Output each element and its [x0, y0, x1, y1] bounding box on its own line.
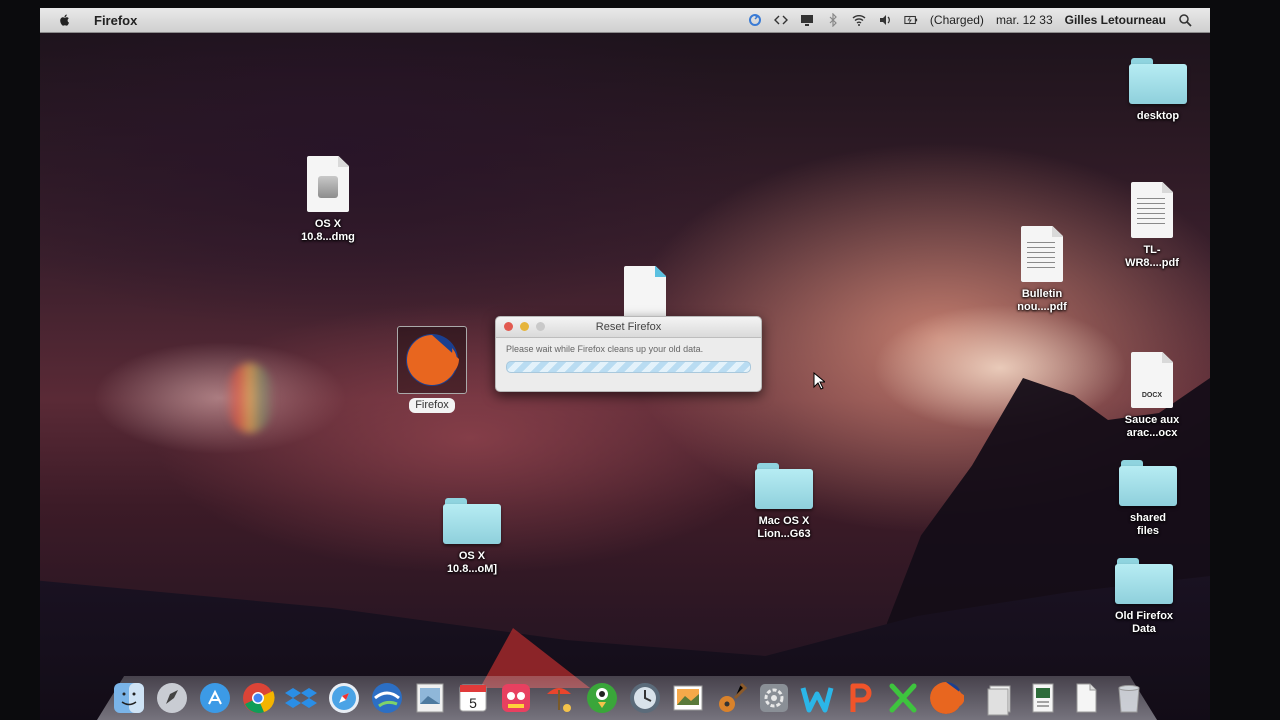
folder-icon	[1115, 558, 1173, 604]
desktop-icon-os-x-folder[interactable]: OS X 10.8...oM]	[422, 498, 522, 576]
settings-icon[interactable]	[755, 679, 793, 717]
chrome-icon[interactable]	[239, 679, 277, 717]
desktop-icon-label: Mac OS X Lion...G63	[757, 515, 811, 540]
minimize-button[interactable]	[520, 322, 529, 331]
trash-icon[interactable]	[1110, 679, 1148, 717]
game-icon[interactable]	[497, 679, 535, 717]
reset-firefox-dialog: Reset Firefox Please wait while Firefox …	[495, 316, 762, 392]
google-earth-icon[interactable]	[368, 679, 406, 717]
partially-hidden-document-icon[interactable]	[624, 266, 666, 322]
time-machine-icon[interactable]	[626, 679, 664, 717]
desktop-icon-os-x-dmg[interactable]: OS X 10.8...dmg	[278, 156, 378, 244]
file-icon[interactable]	[1067, 679, 1105, 717]
folder-icon	[1129, 58, 1187, 104]
calendar-icon[interactable]: 5	[454, 679, 492, 717]
screen: Firefox (Charged) mar. 12 33 Gilles Leto…	[40, 8, 1210, 720]
wifi-icon[interactable]	[852, 13, 866, 27]
pdf-document-icon	[1021, 226, 1063, 282]
desktop-icon-label: Bulletin nou....pdf	[1017, 288, 1067, 313]
mouse-cursor-icon	[813, 372, 825, 390]
desktop-icon-sauce-docx[interactable]: DOCX Sauce aux arac...ocx	[1102, 352, 1202, 440]
battery-status[interactable]: (Charged)	[930, 13, 984, 27]
firefox-app-icon	[397, 326, 467, 394]
clock[interactable]: mar. 12 33	[996, 13, 1053, 27]
safari-icon[interactable]	[325, 679, 363, 717]
dock: 5	[110, 674, 1150, 720]
desktop-icon-label: Firefox	[409, 398, 455, 413]
docx-tag: DOCX	[1141, 392, 1163, 399]
disk-image-icon	[307, 156, 349, 212]
finder-icon[interactable]	[110, 679, 148, 717]
desktop-icon-shared-files[interactable]: shared files	[1098, 460, 1198, 538]
pdf-document-icon	[1131, 182, 1173, 238]
desktop-icon-label: desktop	[1136, 110, 1180, 122]
desktop-icon-label: shared files	[1129, 512, 1167, 537]
volume-icon[interactable]	[878, 13, 892, 27]
wps-writer-icon[interactable]	[798, 679, 836, 717]
menu-bar: Firefox (Charged) mar. 12 33 Gilles Leto…	[40, 8, 1210, 33]
dialog-message: Please wait while Firefox cleans up your…	[506, 344, 704, 354]
battery-icon[interactable]	[904, 13, 918, 27]
close-button[interactable]	[504, 322, 513, 331]
bluetooth-icon[interactable]	[826, 13, 840, 27]
zoom-button	[536, 322, 545, 331]
folder-icon	[755, 463, 813, 509]
spotlight-search-icon[interactable]	[1178, 13, 1192, 27]
documents-icon[interactable]	[981, 679, 1019, 717]
desktop-icon-label: OS X 10.8...oM]	[446, 550, 498, 575]
desktop-icon-label: Sauce aux arac...ocx	[1124, 414, 1180, 439]
desktop-icon-desktop-folder[interactable]: desktop	[1108, 58, 1208, 123]
preview-icon[interactable]	[411, 679, 449, 717]
dropbox-icon[interactable]	[282, 679, 320, 717]
desktop-icon-tl-pdf[interactable]: TL- WR8....pdf	[1102, 182, 1202, 270]
guitar-icon[interactable]	[712, 679, 750, 717]
display-icon[interactable]	[800, 13, 814, 27]
desktop-icon-label: TL- WR8....pdf	[1125, 244, 1179, 269]
desktop-icon-mac-os-x-lion[interactable]: Mac OS X Lion...G63	[734, 463, 834, 541]
rainbow-glow	[225, 363, 275, 433]
parrot-icon[interactable]	[583, 679, 621, 717]
sync-icon[interactable]	[748, 13, 762, 27]
downloads-icon[interactable]	[1024, 679, 1062, 717]
desktop-icon-bulletin-pdf[interactable]: Bulletin nou....pdf	[992, 226, 1092, 314]
launchpad-icon[interactable]	[153, 679, 191, 717]
apple-icon[interactable]	[58, 13, 72, 27]
code-brackets-icon[interactable]	[773, 13, 788, 27]
desktop-icon-old-firefox-data[interactable]: Old Firefox Data	[1094, 558, 1194, 636]
progress-bar	[506, 361, 751, 373]
dialog-titlebar[interactable]: Reset Firefox	[496, 317, 761, 338]
wps-spreadsheet-icon[interactable]	[884, 679, 922, 717]
user-name[interactable]: Gilles Letourneau	[1065, 13, 1166, 27]
wps-presentation-icon[interactable]	[841, 679, 879, 717]
desktop-icon-firefox[interactable]: Firefox	[382, 326, 482, 413]
desktop-icon-label: OS X 10.8...dmg	[301, 218, 355, 243]
beach-icon[interactable]	[540, 679, 578, 717]
photo-icon[interactable]	[669, 679, 707, 717]
folder-icon	[443, 498, 501, 544]
svg-text:5: 5	[469, 695, 477, 711]
status-menus: (Charged) mar. 12 33 Gilles Letourneau	[748, 13, 1210, 27]
firefox-icon[interactable]	[927, 679, 965, 717]
app-menu-title[interactable]: Firefox	[94, 13, 137, 28]
desktop-icon-label: Old Firefox Data	[1114, 610, 1174, 635]
docx-document-icon: DOCX	[1131, 352, 1173, 408]
folder-icon	[1119, 460, 1177, 506]
app-store-icon[interactable]	[196, 679, 234, 717]
